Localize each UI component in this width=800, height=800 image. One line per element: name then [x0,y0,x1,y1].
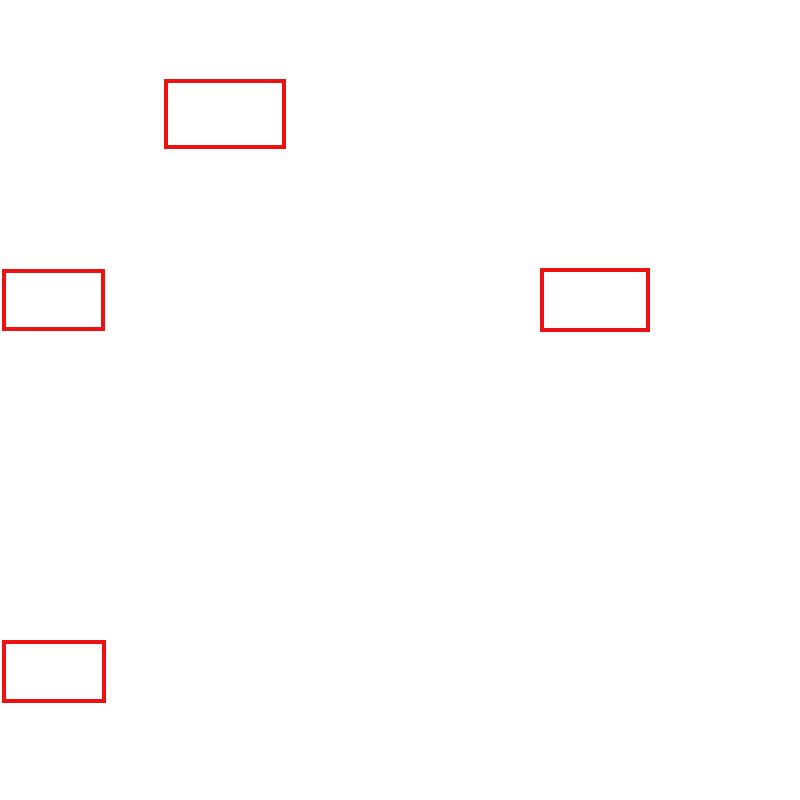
language-list-screen: LietuviųLithuanianBahasa MelayuMalayفارس… [0,0,800,800]
highlight-english [540,268,650,332]
highlight-spanish-spain [164,79,286,149]
highlight-polish [2,269,105,331]
highlight-russian [2,640,106,703]
